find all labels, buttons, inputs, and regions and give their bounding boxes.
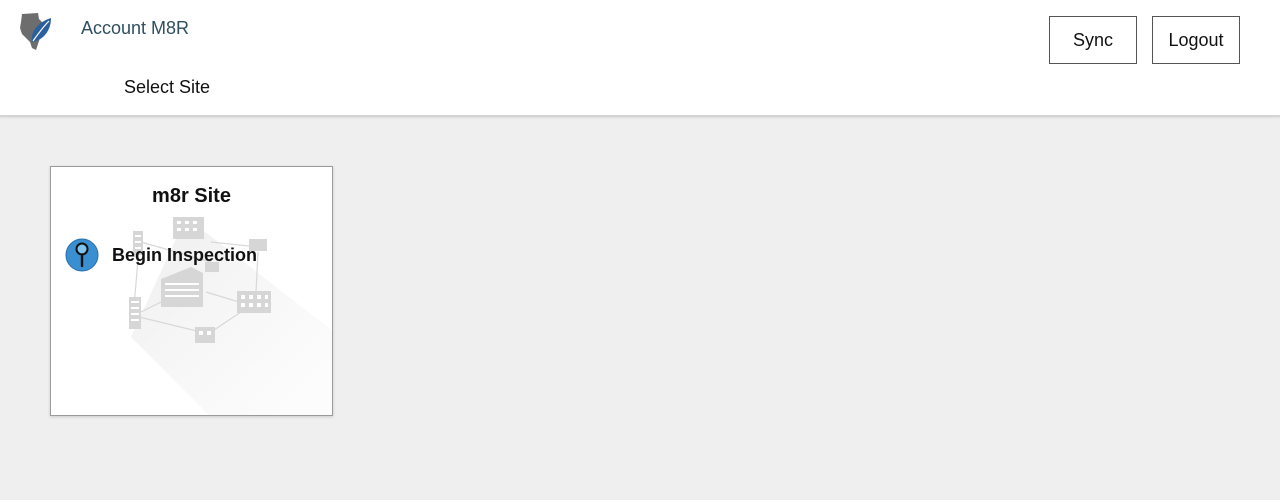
magnifier-icon[interactable] (65, 238, 99, 272)
page-subtitle: Select Site (124, 77, 211, 97)
sync-button[interactable]: Sync (1049, 16, 1137, 64)
site-card[interactable]: m8r Site Begin Inspection (50, 166, 333, 416)
logout-button[interactable]: Logout (1152, 16, 1240, 64)
account-name: Account M8R (81, 18, 190, 38)
site-name: m8r Site (152, 185, 231, 207)
app-header: Account M8R Select Site Sync Logout (0, 0, 1280, 117)
state-leaf-logo-icon (20, 13, 51, 50)
begin-inspection-link[interactable]: Begin Inspection (112, 245, 257, 266)
